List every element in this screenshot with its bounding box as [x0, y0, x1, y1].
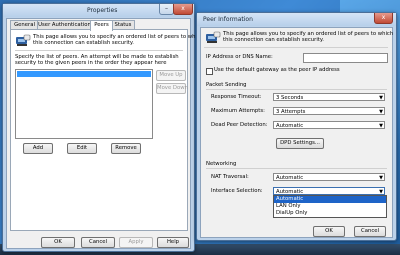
- edit-button[interactable]: Edit: [67, 143, 97, 154]
- response-timeout-label: Response Timeout:: [211, 94, 262, 100]
- dropdown-option-lan-only[interactable]: LAN Only: [274, 203, 386, 210]
- response-timeout-select[interactable]: 3 Seconds ▼: [273, 93, 385, 101]
- dropdown-option-dialup-only[interactable]: DialUp Only: [274, 210, 386, 217]
- ok-button[interactable]: OK: [41, 237, 75, 248]
- dead-peer-detection-value: Automatic: [276, 123, 304, 129]
- close-button[interactable]: x: [173, 4, 193, 15]
- peers-list-selected-row[interactable]: [17, 71, 151, 77]
- default-gateway-checkbox[interactable]: [206, 68, 213, 75]
- interface-selection-label: Interface Selection:: [211, 188, 263, 194]
- dropdown-option-automatic[interactable]: Automatic: [274, 196, 386, 203]
- maximum-attempts-value: 3 Attempts: [276, 109, 306, 115]
- peers-description-line2: security to the given peers in the order…: [15, 60, 167, 66]
- properties-titlebar[interactable]: Properties – x: [3, 4, 194, 17]
- response-timeout-value: 3 Seconds: [276, 95, 304, 101]
- properties-window: Properties – x General User Authenticati…: [2, 3, 203, 252]
- close-button[interactable]: x: [374, 13, 393, 24]
- help-button[interactable]: Help: [157, 237, 189, 248]
- peers-tab-panel: This page allows you to specify an order…: [10, 29, 203, 231]
- chevron-down-icon: ▼: [379, 123, 383, 129]
- maximum-attempts-label: Maximum Attempts:: [211, 108, 265, 114]
- peers-intro-line2: this connection can establish security.: [33, 40, 134, 46]
- default-gateway-label: Use the default gateway as the peer IP a…: [214, 67, 340, 73]
- apply-button[interactable]: Apply: [119, 237, 153, 248]
- chevron-down-icon: ▼: [379, 175, 383, 181]
- dead-peer-detection-label: Dead Peer Detection:: [211, 122, 268, 128]
- add-button[interactable]: Add: [23, 143, 53, 154]
- maximum-attempts-select[interactable]: 3 Attempts ▼: [273, 107, 385, 115]
- chevron-down-icon: ▼: [379, 95, 383, 101]
- nat-traversal-value: Automatic: [276, 175, 304, 181]
- networking-heading: Networking: [206, 161, 237, 167]
- cancel-button[interactable]: Cancel: [354, 226, 386, 237]
- peer-information-client: This page allows you to specify an order…: [200, 27, 393, 238]
- peer-information-window: Peer Information x This page allows you …: [196, 12, 397, 241]
- dpd-settings-button[interactable]: DPD Settings...: [276, 138, 324, 149]
- dead-peer-detection-select[interactable]: Automatic ▼: [273, 121, 385, 129]
- network-connection-icon: [16, 34, 31, 46]
- divider: [204, 47, 388, 48]
- peer-intro-line2: this connection can establish security.: [223, 37, 324, 43]
- chevron-down-icon: ▼: [379, 109, 383, 115]
- network-connection-icon: [206, 31, 221, 43]
- peers-list[interactable]: [15, 69, 153, 139]
- cancel-button[interactable]: Cancel: [81, 237, 115, 248]
- peer-information-title: Peer Information: [203, 16, 253, 23]
- move-down-button[interactable]: Move Down: [156, 83, 188, 94]
- ok-button[interactable]: OK: [313, 226, 345, 237]
- interface-selection-dropdown-list[interactable]: Automatic LAN Only DialUp Only: [273, 195, 387, 218]
- move-up-button[interactable]: Move Up: [156, 70, 186, 81]
- divider: [206, 168, 387, 169]
- properties-client: General User Authentication Peers Status…: [6, 18, 203, 249]
- ip-address-input[interactable]: [303, 53, 388, 63]
- ip-address-label: IP Address or DNS Name:: [206, 54, 273, 60]
- divider: [206, 89, 387, 90]
- nat-traversal-label: NAT Traversal:: [211, 174, 249, 180]
- tab-peers[interactable]: Peers: [90, 20, 113, 31]
- packet-sending-heading: Packet Sending: [206, 82, 247, 88]
- properties-title: Properties: [87, 7, 118, 14]
- remove-button[interactable]: Remove: [111, 143, 141, 154]
- minimize-button[interactable]: –: [159, 4, 174, 15]
- divider: [15, 50, 183, 51]
- peer-information-titlebar[interactable]: Peer Information x: [197, 13, 396, 26]
- interface-selection-select[interactable]: Automatic ▼: [273, 187, 385, 195]
- nat-traversal-select[interactable]: Automatic ▼: [273, 173, 385, 181]
